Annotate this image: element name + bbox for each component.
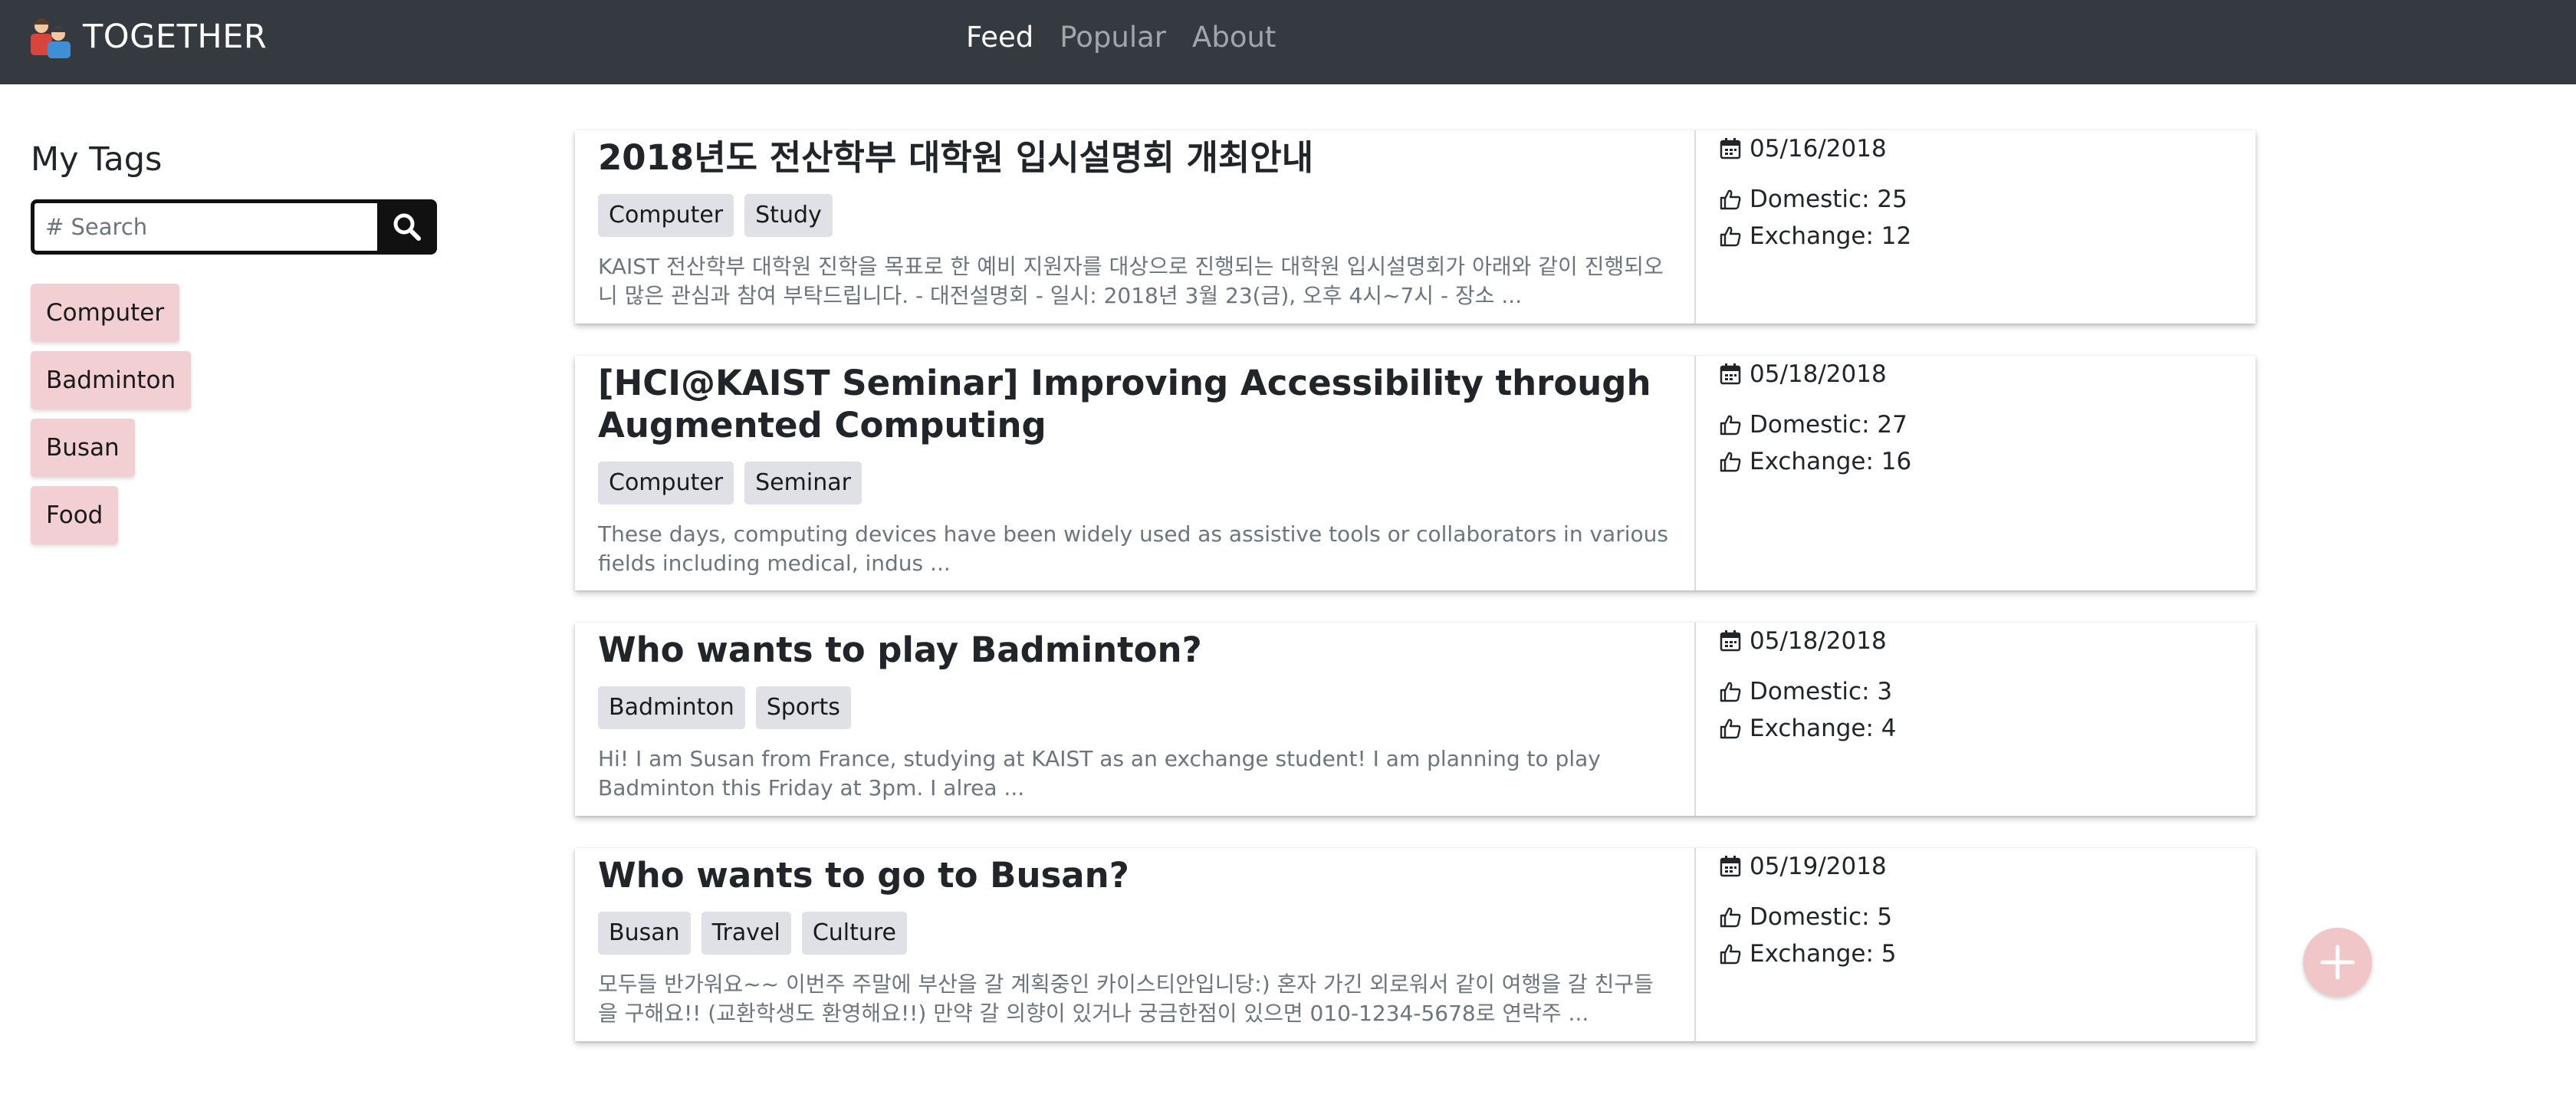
post-card[interactable]: 2018년도 전산학부 대학원 입시설명회 개최안내 Computer Stud… — [575, 130, 2256, 324]
post-tags: Computer Study — [598, 194, 1671, 237]
nav-feed[interactable]: Feed — [966, 21, 1033, 54]
thumbs-up-icon — [1720, 718, 1741, 739]
people-logo-icon — [31, 19, 71, 58]
post-meta: 05/18/2018 Domestic: 27 Exchange: 16 — [1696, 356, 2256, 590]
post-date-text: 05/16/2018 — [1750, 135, 1887, 163]
my-tag-busan[interactable]: Busan — [31, 419, 135, 477]
post-card[interactable]: [HCI@KAIST Seminar] Improving Accessibil… — [575, 356, 2256, 590]
my-tag-food[interactable]: Food — [31, 486, 119, 544]
my-tag-badminton[interactable]: Badminton — [31, 351, 192, 409]
post-title[interactable]: Who wants to play Badminton? — [598, 629, 1671, 671]
exchange-count: Exchange: 16 — [1750, 448, 1912, 475]
post-card[interactable]: Who wants to play Badminton? Badminton S… — [575, 623, 2256, 816]
top-navbar: TOGETHER Feed Popular About — [0, 0, 2576, 84]
post-meta: 05/16/2018 Domestic: 25 Exchange: 12 — [1696, 130, 2256, 324]
search-button[interactable] — [377, 199, 437, 255]
thumbs-up-icon — [1720, 452, 1741, 472]
exchange-likes: Exchange: 4 — [1719, 710, 2233, 747]
post-tag[interactable]: Study — [744, 194, 833, 237]
add-post-button[interactable] — [2303, 928, 2372, 997]
calendar-icon — [1720, 630, 1741, 652]
post-date: 05/18/2018 — [1719, 626, 2233, 656]
post-main: 2018년도 전산학부 대학원 입시설명회 개최안내 Computer Stud… — [575, 130, 1696, 324]
nav-links: Feed Popular About — [966, 17, 1302, 57]
post-excerpt: These days, computing devices have been … — [598, 521, 1668, 576]
post-title[interactable]: Who wants to go to Busan? — [598, 854, 1671, 896]
post-date: 05/16/2018 — [1719, 133, 2233, 164]
post-main: Who wants to play Badminton? Badminton S… — [575, 623, 1696, 816]
domestic-likes: Domestic: 25 — [1719, 181, 2233, 218]
exchange-likes: Exchange: 5 — [1719, 935, 2233, 972]
post-tag[interactable]: Computer — [598, 462, 734, 505]
calendar-icon — [1720, 363, 1741, 385]
thumbs-up-icon — [1720, 907, 1741, 928]
post-date: 05/18/2018 — [1719, 359, 2233, 390]
my-tags-list: Computer Badminton Busan Food — [31, 284, 445, 554]
exchange-likes: Exchange: 12 — [1719, 218, 2233, 255]
exchange-likes: Exchange: 16 — [1719, 443, 2233, 480]
post-tag[interactable]: Badminton — [598, 686, 745, 729]
domestic-count: Domestic: 5 — [1750, 903, 1893, 931]
domestic-count: Domestic: 27 — [1750, 411, 1907, 439]
calendar-icon — [1720, 856, 1741, 877]
exchange-count: Exchange: 5 — [1750, 940, 1897, 968]
post-title[interactable]: 2018년도 전산학부 대학원 입시설명회 개최안내 — [598, 136, 1671, 179]
domestic-likes: Domestic: 27 — [1719, 406, 2233, 443]
exchange-count: Exchange: 12 — [1750, 222, 1912, 250]
post-title[interactable]: [HCI@KAIST Seminar] Improving Accessibil… — [598, 362, 1671, 446]
post-stats: Domestic: 27 Exchange: 16 — [1719, 406, 2233, 480]
domestic-likes: Domestic: 3 — [1719, 673, 2233, 710]
post-date-text: 05/18/2018 — [1750, 360, 1887, 388]
tag-search-input[interactable] — [31, 199, 377, 255]
post-meta: 05/19/2018 Domestic: 5 Exchange: 5 — [1696, 848, 2256, 1041]
brand-name: TOGETHER — [83, 18, 268, 56]
post-meta: 05/18/2018 Domestic: 3 Exchange: 4 — [1696, 623, 2256, 816]
post-excerpt: KAIST 전산학부 대학원 진학을 목표로 한 예비 지원자를 대상으로 진행… — [598, 254, 1664, 308]
domestic-count: Domestic: 3 — [1750, 678, 1893, 705]
post-tag[interactable]: Seminar — [744, 462, 862, 505]
post-excerpt: Hi! I am Susan from France, studying at … — [598, 746, 1601, 800]
domestic-count: Domestic: 25 — [1750, 186, 1907, 213]
brand-link[interactable]: TOGETHER — [23, 14, 267, 60]
post-card[interactable]: Who wants to go to Busan? Busan Travel C… — [575, 848, 2256, 1041]
post-date: 05/19/2018 — [1719, 851, 2233, 882]
post-excerpt: 모두들 반가워요~~ 이번주 주말에 부산을 갈 계획중인 카이스티안입니당:)… — [598, 971, 1654, 1026]
post-tags: Badminton Sports — [598, 686, 1671, 729]
post-stats: Domestic: 25 Exchange: 12 — [1719, 181, 2233, 255]
post-main: Who wants to go to Busan? Busan Travel C… — [575, 848, 1696, 1041]
post-tag[interactable]: Culture — [801, 912, 908, 955]
post-date-text: 05/19/2018 — [1750, 853, 1887, 880]
exchange-count: Exchange: 4 — [1750, 715, 1897, 742]
tag-search — [31, 199, 437, 255]
thumbs-up-icon — [1720, 682, 1741, 702]
search-icon — [393, 213, 421, 241]
post-tags: Computer Seminar — [598, 462, 1671, 505]
post-date-text: 05/18/2018 — [1750, 627, 1887, 655]
post-stats: Domestic: 5 Exchange: 5 — [1719, 899, 2233, 972]
plus-icon — [2320, 945, 2355, 980]
post-tag[interactable]: Busan — [598, 912, 691, 955]
post-stats: Domestic: 3 Exchange: 4 — [1719, 673, 2233, 747]
thumbs-up-icon — [1720, 189, 1741, 210]
post-tag[interactable]: Travel — [701, 912, 791, 955]
thumbs-up-icon — [1720, 415, 1741, 436]
nav-about[interactable]: About — [1192, 21, 1276, 54]
nav-popular[interactable]: Popular — [1060, 21, 1166, 54]
calendar-icon — [1720, 138, 1741, 159]
thumbs-up-icon — [1720, 226, 1741, 247]
my-tag-computer[interactable]: Computer — [31, 284, 180, 342]
post-main: [HCI@KAIST Seminar] Improving Accessibil… — [575, 356, 1696, 590]
domestic-likes: Domestic: 5 — [1719, 899, 2233, 935]
my-tags-heading: My Tags — [31, 140, 163, 179]
post-tag[interactable]: Computer — [598, 194, 734, 237]
post-tag[interactable]: Sports — [755, 686, 851, 729]
thumbs-up-icon — [1720, 944, 1741, 965]
post-tags: Busan Travel Culture — [598, 912, 1671, 955]
sidebar: My Tags Computer Badminton Busan Food — [31, 130, 445, 554]
